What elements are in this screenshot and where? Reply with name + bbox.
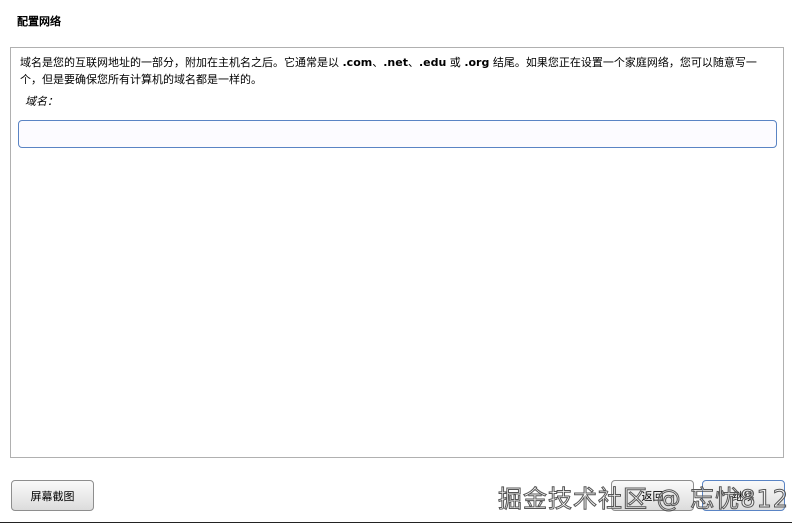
desc-sep: 、	[407, 56, 419, 69]
desc-part: 域名是您的互联网地址的一部分，附加在主机名之后。它通常是以	[20, 56, 343, 69]
page-title: 配置网络	[17, 15, 61, 28]
back-button[interactable]: 返回	[611, 480, 694, 511]
content-panel: 域名是您的互联网地址的一部分，附加在主机名之后。它通常是以 .com、.net、…	[10, 47, 784, 458]
divider	[0, 522, 792, 523]
desc-or: 或	[446, 56, 465, 69]
screenshot-button[interactable]: 屏幕截图	[11, 480, 94, 511]
domain-input[interactable]	[18, 120, 777, 148]
desc-sep: 、	[372, 56, 384, 69]
domain-label: 域名：	[25, 95, 58, 108]
desc-net: .net	[383, 56, 408, 69]
description-text: 域名是您的互联网地址的一部分，附加在主机名之后。它通常是以 .com、.net、…	[20, 54, 776, 88]
desc-edu: .edu	[418, 56, 447, 69]
desc-org: .org	[464, 56, 490, 69]
desc-com: .com	[342, 56, 373, 69]
continue-button[interactable]: 继续	[702, 480, 785, 511]
